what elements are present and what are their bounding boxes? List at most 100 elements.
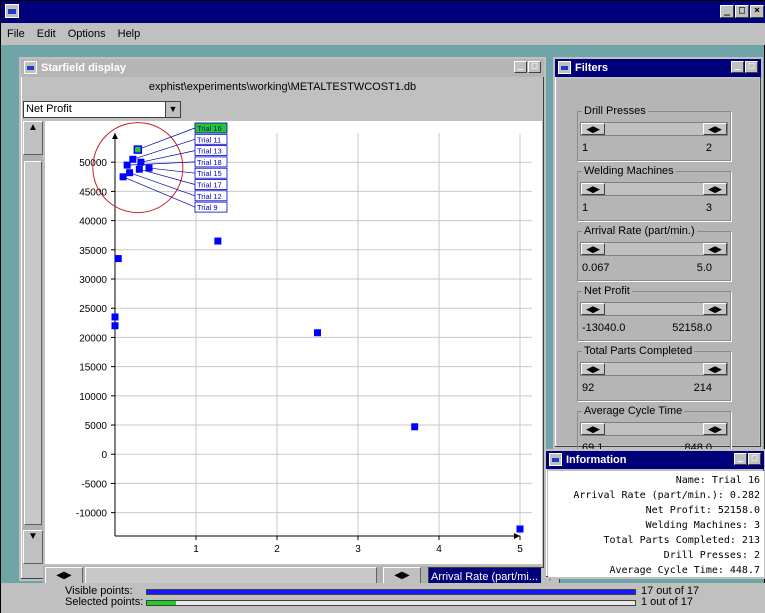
point-label: Trial 9 <box>197 203 218 212</box>
range-slider[interactable]: ◀▶ ◀▶ <box>580 122 728 136</box>
range-slider[interactable]: ◀▶ ◀▶ <box>580 302 728 316</box>
window-icon <box>24 61 37 74</box>
filter-label: Welding Machines <box>582 165 676 177</box>
visible-points-bar <box>146 589 636 595</box>
minimize-button[interactable]: _ <box>720 5 734 18</box>
filter-max-value: 52158.0 <box>672 322 712 334</box>
starfield-title-bar[interactable]: Starfield display _ □ <box>21 59 544 77</box>
maximize-button[interactable]: □ <box>745 61 758 73</box>
point-label: Trial 16 <box>197 124 222 133</box>
y-attribute-value: Net Profit <box>26 103 72 115</box>
label-leader-line <box>137 127 196 150</box>
filter-group: Drill Presses ◀▶ ◀▶ 1 2 <box>577 105 731 161</box>
window-controls: _ □ × <box>720 5 764 18</box>
data-point[interactable] <box>114 255 122 263</box>
range-slider[interactable]: ◀▶ ◀▶ <box>580 362 728 376</box>
filters-title-bar[interactable]: Filters _ □ <box>555 59 761 77</box>
menu-options[interactable]: Options <box>68 28 106 40</box>
menu-edit[interactable]: Edit <box>37 28 56 40</box>
data-point[interactable] <box>314 329 321 337</box>
y-attribute-select[interactable]: Net Profit ▼ <box>23 101 181 118</box>
data-point[interactable] <box>516 525 524 533</box>
max-handle[interactable]: ◀▶ <box>703 423 727 435</box>
min-handle[interactable]: ◀▶ <box>581 363 605 375</box>
data-point[interactable] <box>119 173 127 181</box>
filter-min-value: -13040.0 <box>582 322 626 334</box>
point-label: Trial 17 <box>197 181 222 190</box>
max-handle[interactable]: ◀▶ <box>703 123 727 135</box>
filter-max-value: 3 <box>705 202 712 214</box>
range-slider[interactable]: ◀▶ ◀▶ <box>580 422 728 436</box>
scroll-down-button[interactable]: ▼ <box>23 530 43 564</box>
filter-group: Arrival Rate (part/min.) ◀▶ ◀▶ 0.067 5.0 <box>577 225 731 281</box>
menu-file[interactable]: File <box>7 28 25 40</box>
point-label: Trial 12 <box>197 192 222 201</box>
range-slider[interactable]: ◀▶ ◀▶ <box>580 182 728 196</box>
filter-group: Net Profit ◀▶ ◀▶ -13040.0 52158.0 <box>577 285 731 341</box>
data-point[interactable] <box>137 158 145 166</box>
filter-max-value: 5.0 <box>696 262 712 274</box>
y-zoom-scrollbar[interactable]: ▲ ▼ <box>23 121 43 564</box>
data-point[interactable] <box>126 169 134 177</box>
information-title-bar[interactable]: Information _ □ <box>546 451 764 469</box>
plot-area[interactable]: 50000 45000 40000 35000 30000 25000 20000 15000… <box>45 121 542 564</box>
data-point[interactable] <box>411 423 419 431</box>
filter-max-value: 214 <box>693 382 712 394</box>
filter-label: Net Profit <box>582 285 632 297</box>
point-label: Trial 11 <box>197 135 221 144</box>
max-handle[interactable]: ◀▶ <box>703 243 727 255</box>
menu-help[interactable]: Help <box>118 28 141 40</box>
scroll-up-button[interactable]: ▲ <box>23 121 43 155</box>
info-net-profit: Net Profit: 52158.0 <box>645 505 760 516</box>
selected-count: 1 out of 17 <box>641 596 693 608</box>
filter-min-value: 1 <box>582 142 589 154</box>
info-parts-completed: Total Parts Completed: 213 <box>603 535 760 546</box>
java-cup-icon[interactable] <box>5 4 19 18</box>
max-handle[interactable]: ◀▶ <box>703 363 727 375</box>
y-tick-label: 30000 <box>79 275 107 286</box>
y-tick-label: -5000 <box>81 479 107 490</box>
maximize-button[interactable]: □ <box>735 5 749 18</box>
x-axis-arrow <box>514 533 520 539</box>
filter-group: Total Parts Completed ◀▶ ◀▶ 92 214 <box>577 345 731 401</box>
minimize-button[interactable]: _ <box>514 61 527 73</box>
selected-points-fill <box>147 601 177 605</box>
label-leader-line <box>132 138 196 160</box>
min-handle[interactable]: ◀▶ <box>581 183 605 195</box>
data-point[interactable] <box>145 164 153 172</box>
filter-min-value: 0.067 <box>582 262 610 274</box>
chevron-down-icon[interactable]: ▼ <box>165 102 180 117</box>
app-title-bar[interactable]: _ □ × <box>1 1 765 23</box>
close-button[interactable]: × <box>750 5 764 18</box>
min-handle[interactable]: ◀▶ <box>581 423 605 435</box>
filter-list: Drill Presses ◀▶ ◀▶ 1 2 Welding Machines ◀▶ ◀▶ 1… <box>557 79 759 461</box>
max-handle[interactable]: ◀▶ <box>703 303 727 315</box>
window-icon <box>558 61 571 74</box>
min-handle[interactable]: ◀▶ <box>581 243 605 255</box>
y-tick-label: 10000 <box>79 392 107 403</box>
y-tick-label: 20000 <box>79 333 107 344</box>
point-label: Trial 15 <box>197 169 222 178</box>
range-slider[interactable]: ◀▶ ◀▶ <box>580 242 728 256</box>
data-point[interactable] <box>135 165 143 173</box>
minimize-button[interactable]: _ <box>734 453 747 465</box>
data-point[interactable] <box>111 313 119 321</box>
info-welding-machines: Welding Machines: 3 <box>645 520 760 531</box>
min-handle[interactable]: ◀▶ <box>581 303 605 315</box>
data-point[interactable] <box>111 322 119 330</box>
minimize-button[interactable]: _ <box>731 61 744 73</box>
filters-window: Filters _ □ Drill Presses ◀▶ ◀▶ 1 2 Welding M… <box>553 57 763 461</box>
maximize-button[interactable]: □ <box>748 453 761 465</box>
min-handle[interactable]: ◀▶ <box>581 123 605 135</box>
scatter-plot[interactable]: 5000045000400003500030000250002000015000… <box>45 121 542 564</box>
max-handle[interactable]: ◀▶ <box>703 183 727 195</box>
data-point[interactable] <box>214 237 222 245</box>
y-scroll-thumb[interactable] <box>24 161 42 525</box>
label-leader-line <box>140 150 196 163</box>
data-point[interactable] <box>123 161 131 169</box>
maximize-button[interactable]: □ <box>528 61 541 73</box>
application-window: _ □ × File Edit Options Help Starfield d… <box>0 0 765 613</box>
filter-label: Average Cycle Time <box>582 405 685 417</box>
y-tick-label: 35000 <box>79 246 107 257</box>
selected-data-point[interactable] <box>133 145 143 154</box>
